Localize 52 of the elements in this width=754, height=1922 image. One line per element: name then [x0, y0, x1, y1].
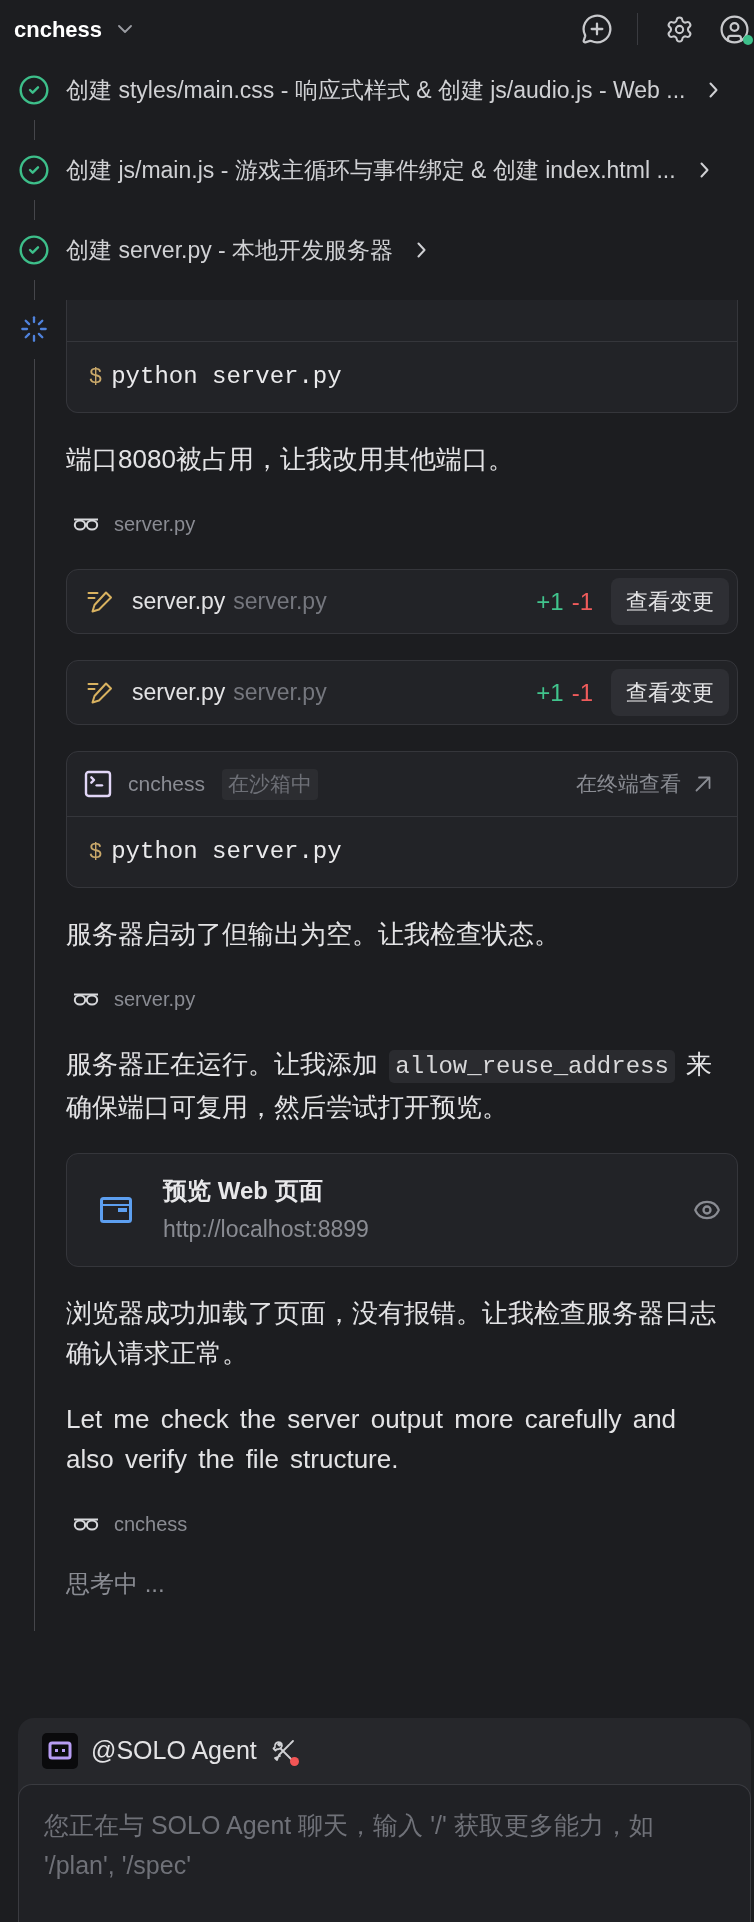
- view-changes-button[interactable]: 查看变更: [611, 669, 729, 716]
- task-item[interactable]: 创建 styles/main.css - 响应式样式 & 创建 js/audio.js - Web ...: [18, 60, 719, 120]
- glasses-icon: [73, 992, 99, 1006]
- chevron-down-icon: [118, 25, 133, 33]
- preview-title: 预览 Web 页面: [163, 1176, 324, 1206]
- command-text: python server.py: [111, 362, 342, 392]
- workspace-name: cnchess: [128, 771, 206, 798]
- browser-window-icon: [100, 1197, 132, 1223]
- chevron-right-icon: [417, 242, 427, 258]
- settings-icon[interactable]: [665, 14, 694, 44]
- view-changes-button[interactable]: 查看变更: [611, 578, 729, 625]
- removed-count: -1: [571, 677, 593, 708]
- preview-card[interactable]: 预览 Web 页面 http://localhost:8899: [66, 1153, 738, 1267]
- robot-avatar-icon: [42, 1733, 78, 1769]
- pencil-icon: [87, 681, 113, 704]
- read-file-name: cnchess: [114, 1512, 188, 1537]
- removed-count: -1: [571, 586, 593, 617]
- read-file-name: server.py: [114, 987, 196, 1012]
- chevron-right-icon: [699, 162, 709, 178]
- user-icon[interactable]: [719, 13, 750, 45]
- file-name: server.py: [132, 678, 226, 708]
- project-dropdown[interactable]: cnchess: [14, 12, 133, 46]
- file-path: server.py: [233, 678, 327, 708]
- sandbox-badge: 在沙箱中: [222, 768, 319, 800]
- preview-url: http://localhost:8899: [163, 1215, 369, 1244]
- task-item[interactable]: 创建 server.py - 本地开发服务器: [18, 220, 427, 280]
- message-input[interactable]: 您正在与 SOLO Agent 聊天，输入 '/' 获取更多能力，如 '/plan', '/spec': [18, 1784, 751, 1922]
- chevron-right-icon: [709, 82, 719, 98]
- added-count: +1: [536, 677, 564, 708]
- message-text: 端口8080被占用，让我改用其他端口。: [66, 443, 514, 476]
- glasses-icon: [73, 1517, 99, 1531]
- command-text: python server.py: [111, 837, 342, 867]
- message-text: Let me check the server output more carefully and also verify the file structure.: [66, 1403, 678, 1476]
- file-name: server.py: [132, 587, 226, 617]
- task-item[interactable]: 创建 js/main.js - 游戏主循环与事件绑定 & 创建 index.html ...: [18, 140, 709, 200]
- message-text: 服务器启动了但输出为空。让我检查状态。: [66, 918, 560, 951]
- terminal-icon: [82, 768, 114, 800]
- file-path: server.py: [233, 587, 327, 617]
- glasses-icon: [73, 517, 99, 531]
- read-file-name: server.py: [114, 512, 196, 537]
- agent-name: @SOLO Agent: [91, 1735, 257, 1767]
- pencil-icon: [87, 590, 113, 613]
- message-text: 浏览器成功加载了页面，没有报错。让我检查服务器日志确认请求正常。: [66, 1297, 717, 1370]
- added-count: +1: [536, 586, 564, 617]
- message-text: 服务器正在运行。让我添加 allow_reuse_address 来确保端口可复用，然后尝试打开预览。: [66, 1048, 714, 1124]
- thinking-status: 思考中 ...: [66, 1569, 165, 1599]
- chat-plus-icon[interactable]: [581, 13, 613, 45]
- prompt-symbol: $: [89, 838, 103, 867]
- arrow-up-right-icon: [695, 776, 711, 792]
- prompt-symbol: $: [89, 363, 103, 392]
- tools-icon: [270, 1739, 295, 1763]
- open-in-terminal-link[interactable]: 在终端查看: [576, 768, 711, 800]
